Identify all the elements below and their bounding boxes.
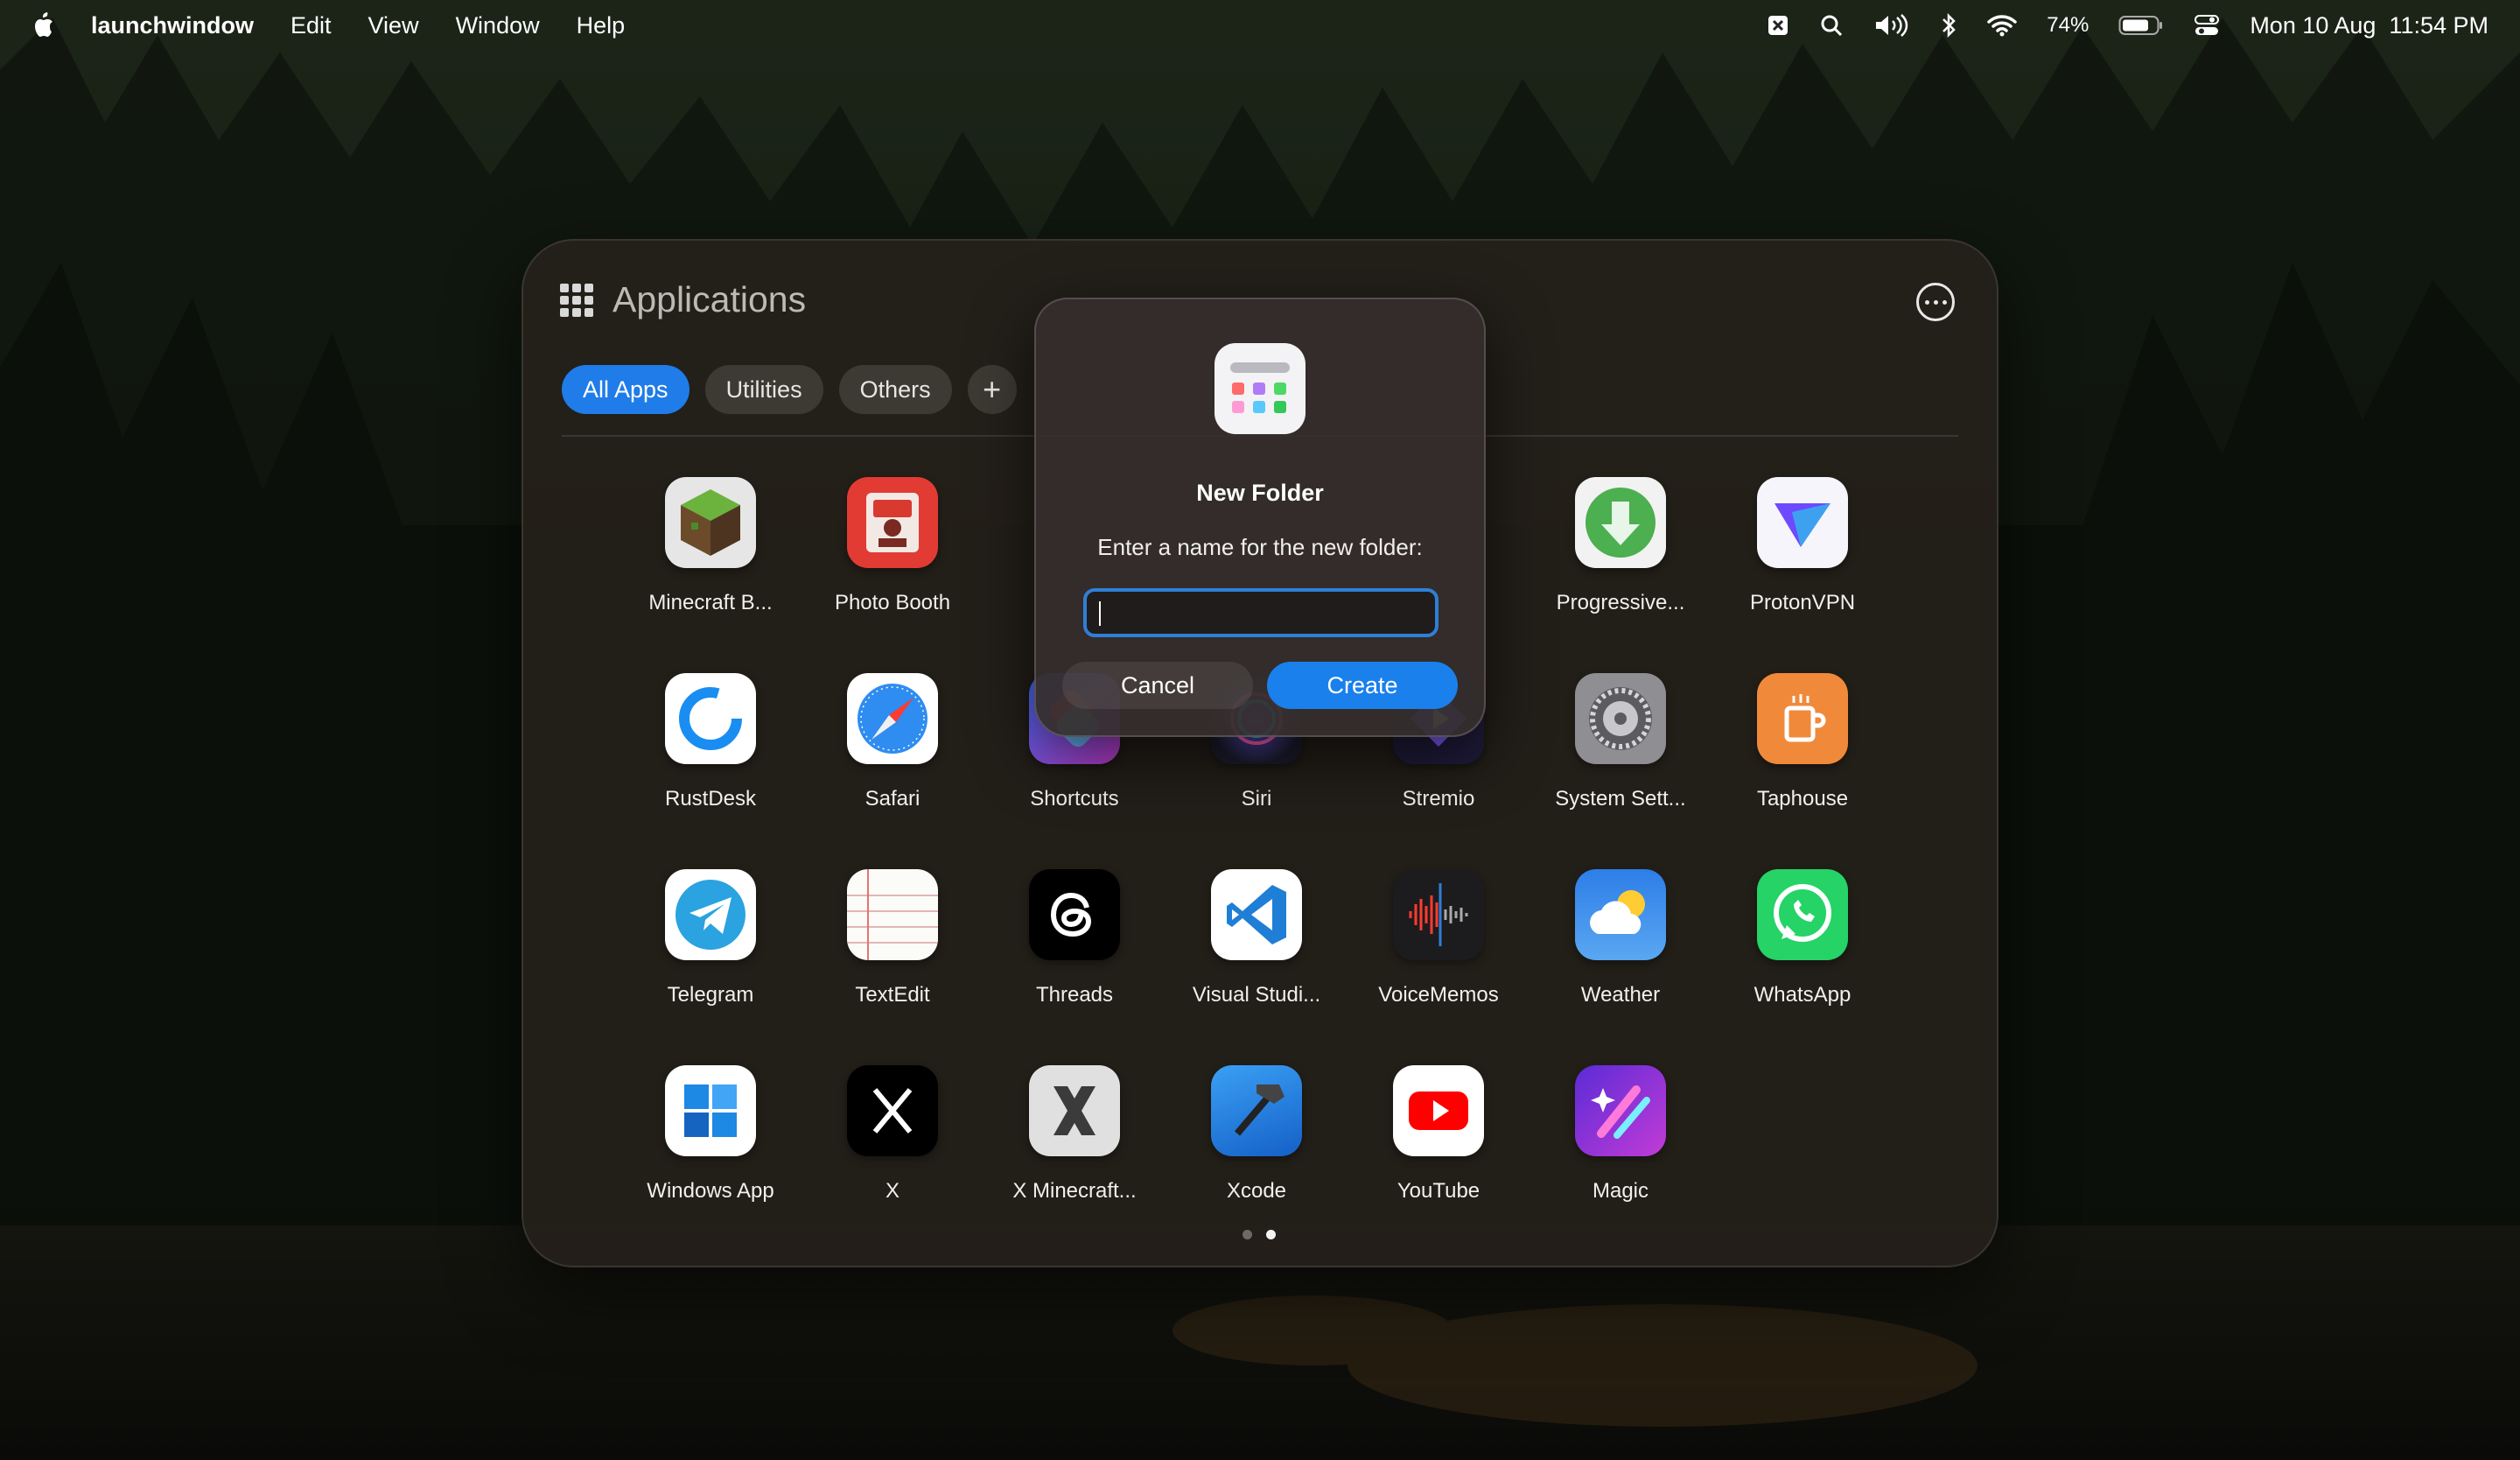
app-whatsapp[interactable]: WhatsApp: [1712, 869, 1894, 1007]
app-x-minecraft[interactable]: X Minecraft...: [984, 1065, 1166, 1204]
close-box-icon[interactable]: [1767, 14, 1789, 37]
taphouse-icon: [1757, 673, 1848, 764]
telegram-icon: [665, 869, 756, 960]
page-dot-2[interactable]: [1266, 1230, 1276, 1239]
app-taphouse[interactable]: Taphouse: [1712, 673, 1894, 811]
launcher-header: Applications: [560, 279, 806, 320]
safari-icon: [847, 673, 938, 764]
app-textedit[interactable]: TextEdit: [802, 869, 984, 1007]
more-options-button[interactable]: [1916, 283, 1955, 321]
app-system-settings[interactable]: System Sett...: [1530, 673, 1712, 811]
progressive-downloader-icon: [1575, 477, 1666, 568]
app-menu-launchwindow[interactable]: launchwindow: [91, 12, 254, 39]
windows-app-icon: [665, 1065, 756, 1156]
app-telegram[interactable]: Telegram: [620, 869, 802, 1007]
bluetooth-icon[interactable]: [1940, 12, 1957, 39]
app-rustdesk[interactable]: RustDesk: [620, 673, 802, 811]
dialog-title: New Folder: [1196, 480, 1324, 506]
textedit-icon: [847, 869, 938, 960]
add-folder-button[interactable]: +: [967, 365, 1017, 414]
youtube-icon: [1393, 1065, 1484, 1156]
rustdesk-icon: [665, 673, 756, 764]
wifi-icon[interactable]: [1987, 14, 2018, 37]
protonvpn-icon: [1757, 477, 1848, 568]
app-weather[interactable]: Weather: [1530, 869, 1712, 1007]
app-threads[interactable]: Threads: [984, 869, 1166, 1007]
app-grid-icon: [560, 283, 593, 317]
voice-memos-icon: [1393, 869, 1484, 960]
battery-icon[interactable]: [2118, 15, 2164, 36]
photo-booth-icon: [847, 477, 938, 568]
app-x[interactable]: X: [802, 1065, 984, 1204]
menu-window[interactable]: Window: [456, 12, 540, 39]
dialog-message: Enter a name for the new folder:: [1097, 534, 1423, 560]
threads-icon: [1029, 869, 1120, 960]
apple-menu-icon[interactable]: [32, 12, 54, 39]
app-photo-booth[interactable]: Photo Booth: [802, 477, 984, 615]
menu-help[interactable]: Help: [577, 12, 626, 39]
page-indicator: [1242, 1230, 1276, 1239]
control-center-icon[interactable]: [2194, 13, 2220, 38]
menu-edit[interactable]: Edit: [290, 12, 332, 39]
category-tabs: All Apps Utilities Others +: [562, 365, 1017, 414]
x-icon: [847, 1065, 938, 1156]
tab-others[interactable]: Others: [838, 365, 952, 414]
page-dot-1[interactable]: [1242, 1230, 1252, 1239]
app-safari[interactable]: Safari: [802, 673, 984, 811]
menu-clock[interactable]: Mon 10 Aug 11:54 PM: [2250, 12, 2488, 39]
app-windows-app[interactable]: Windows App: [620, 1065, 802, 1204]
app-protonvpn[interactable]: ProtonVPN: [1712, 477, 1894, 615]
app-voice-memos[interactable]: VoiceMemos: [1348, 869, 1530, 1007]
xcode-icon: [1211, 1065, 1302, 1156]
app-xcode[interactable]: Xcode: [1166, 1065, 1348, 1204]
volume-icon[interactable]: [1873, 13, 1910, 38]
app-visual-studio-code[interactable]: Visual Studi...: [1166, 869, 1348, 1007]
app-youtube[interactable]: YouTube: [1348, 1065, 1530, 1204]
menu-view[interactable]: View: [368, 12, 419, 39]
launchwindow-app-icon: [1214, 343, 1306, 434]
menu-bar: launchwindow Edit View Window Help 74% M…: [0, 0, 2520, 51]
x-minecraft-icon: [1029, 1065, 1120, 1156]
app-progressive-downloader[interactable]: Progressive...: [1530, 477, 1712, 615]
app-magic[interactable]: Magic: [1530, 1065, 1712, 1204]
magic-icon: [1575, 1065, 1666, 1156]
text-caret: [1099, 601, 1101, 626]
tab-utilities[interactable]: Utilities: [704, 365, 823, 414]
weather-icon: [1575, 869, 1666, 960]
whatsapp-icon: [1757, 869, 1848, 960]
minecraft-icon: [665, 477, 756, 568]
tab-all-apps[interactable]: All Apps: [562, 365, 690, 414]
battery-percent: 74%: [2047, 13, 2090, 37]
launcher-title: Applications: [612, 279, 807, 319]
cancel-button[interactable]: Cancel: [1062, 662, 1253, 709]
vscode-icon: [1211, 869, 1302, 960]
system-settings-icon: [1575, 673, 1666, 764]
folder-name-input[interactable]: [1083, 588, 1438, 637]
app-minecraft[interactable]: Minecraft B...: [620, 477, 802, 615]
search-icon[interactable]: [1819, 13, 1844, 38]
new-folder-dialog: New Folder Enter a name for the new fold…: [1034, 298, 1486, 737]
create-button[interactable]: Create: [1267, 662, 1458, 709]
